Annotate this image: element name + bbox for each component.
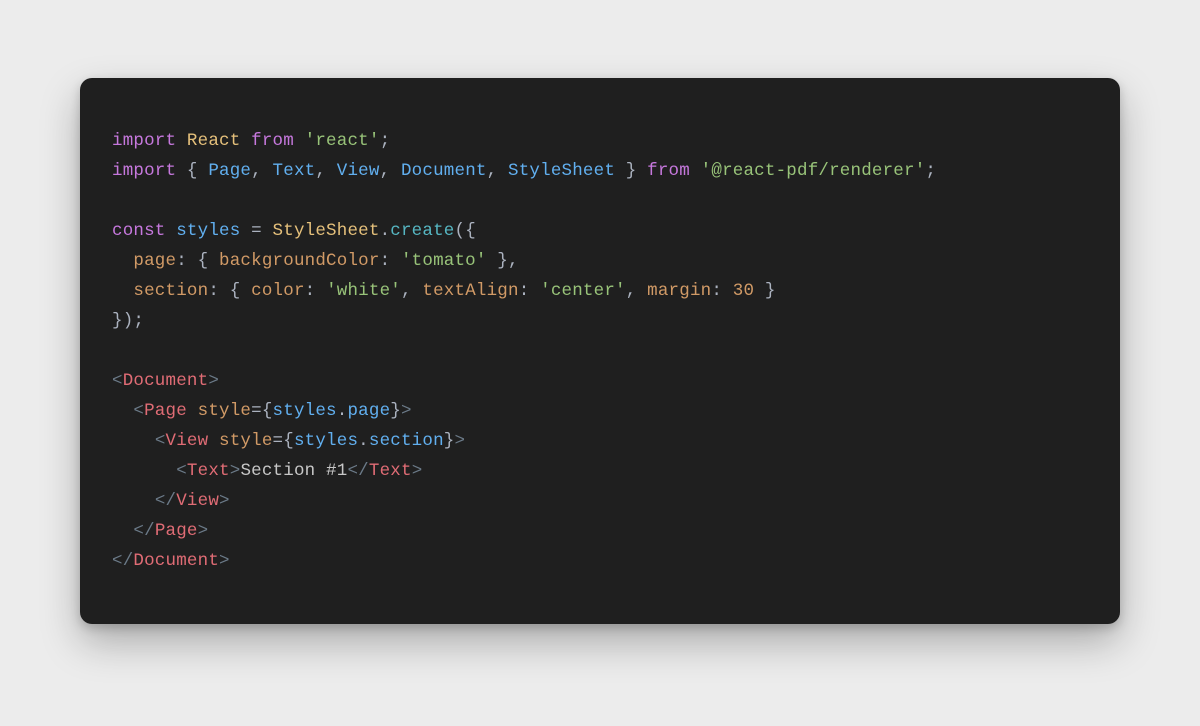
punct-colon: : xyxy=(305,281,316,301)
jsx-lt-close: </ xyxy=(133,521,154,541)
punct-eq: = xyxy=(273,431,284,451)
identifier-text: Text xyxy=(273,161,316,181)
prop-margin: margin xyxy=(647,281,711,301)
punct-comma: , xyxy=(487,161,498,181)
jsx-text: Text xyxy=(187,461,230,481)
jsx-document: Document xyxy=(133,551,219,571)
punct-lbrace: { xyxy=(465,221,476,241)
jsx-text-content: Section #1 xyxy=(240,461,347,481)
jsx-gt: > xyxy=(198,521,209,541)
stage: import React from 'react'; import { Page… xyxy=(0,0,1200,726)
jsx-gt: > xyxy=(219,491,230,511)
jsx-page: Page xyxy=(144,401,187,421)
jsx-page: Page xyxy=(155,521,198,541)
fn-create: create xyxy=(390,221,454,241)
punct-rbrace: } xyxy=(626,161,637,181)
punct-lbrace: { xyxy=(187,161,198,181)
jsx-lt-close: </ xyxy=(347,461,368,481)
punct-rbrace: } xyxy=(444,431,455,451)
identifier-page: page xyxy=(347,401,390,421)
code-card: import React from 'react'; import { Page… xyxy=(80,78,1120,624)
identifier-styles: styles xyxy=(176,221,240,241)
prop-backgroundcolor: backgroundColor xyxy=(219,251,380,271)
keyword-from: from xyxy=(647,161,690,181)
punct-comma: , xyxy=(508,251,519,271)
identifier-styles: styles xyxy=(294,431,358,451)
string-react-module: 'react' xyxy=(305,131,380,151)
code-block: import React from 'react'; import { Page… xyxy=(112,126,1088,576)
punct-semi: ; xyxy=(380,131,391,151)
punct-comma: , xyxy=(380,161,391,181)
prop-color: color xyxy=(251,281,305,301)
jsx-lt: < xyxy=(133,401,144,421)
punct-comma: , xyxy=(251,161,262,181)
string-center: 'center' xyxy=(540,281,626,301)
identifier-document: Document xyxy=(401,161,487,181)
punct-comma: , xyxy=(626,281,637,301)
punct-colon: : xyxy=(519,281,530,301)
jsx-attr-style: style xyxy=(219,431,273,451)
jsx-gt: > xyxy=(401,401,412,421)
jsx-document: Document xyxy=(123,371,209,391)
string-tomato: 'tomato' xyxy=(401,251,487,271)
jsx-lt-close: </ xyxy=(155,491,176,511)
jsx-lt-close: </ xyxy=(112,551,133,571)
jsx-lt: < xyxy=(112,371,123,391)
punct-rbrace: } xyxy=(497,251,508,271)
punct-lbrace: { xyxy=(262,401,273,421)
identifier-stylesheet: StyleSheet xyxy=(273,221,380,241)
punct-colon: : xyxy=(208,281,219,301)
string-renderer-module: '@react-pdf/renderer' xyxy=(701,161,926,181)
punct-colon: : xyxy=(711,281,722,301)
jsx-gt: > xyxy=(230,461,241,481)
jsx-lt: < xyxy=(155,431,166,451)
punct-rparen: ) xyxy=(123,311,134,331)
identifier-styles: styles xyxy=(273,401,337,421)
number-30: 30 xyxy=(733,281,754,301)
jsx-view: View xyxy=(176,491,219,511)
punct-dot: . xyxy=(358,431,369,451)
jsx-gt: > xyxy=(208,371,219,391)
punct-lbrace: { xyxy=(230,281,241,301)
punct-dot: . xyxy=(380,221,391,241)
identifier-page: Page xyxy=(208,161,251,181)
jsx-gt: > xyxy=(455,431,466,451)
punct-semi: ; xyxy=(133,311,144,331)
jsx-view: View xyxy=(166,431,209,451)
identifier-react: React xyxy=(187,131,241,151)
punct-lbrace: { xyxy=(283,431,294,451)
keyword-import: import xyxy=(112,161,176,181)
identifier-section: section xyxy=(369,431,444,451)
punct-eq: = xyxy=(251,401,262,421)
keyword-from: from xyxy=(251,131,294,151)
punct-comma: , xyxy=(315,161,326,181)
jsx-attr-style: style xyxy=(198,401,252,421)
prop-section: section xyxy=(133,281,208,301)
jsx-gt: > xyxy=(412,461,423,481)
punct-rbrace: } xyxy=(112,311,123,331)
punct-colon: : xyxy=(176,251,187,271)
keyword-const: const xyxy=(112,221,166,241)
keyword-import: import xyxy=(112,131,176,151)
jsx-text: Text xyxy=(369,461,412,481)
punct-lparen: ( xyxy=(455,221,466,241)
prop-textalign: textAlign xyxy=(422,281,518,301)
punct-colon: : xyxy=(380,251,391,271)
string-white: 'white' xyxy=(326,281,401,301)
punct-rbrace: } xyxy=(765,281,776,301)
identifier-stylesheet: StyleSheet xyxy=(508,161,615,181)
jsx-lt: < xyxy=(176,461,187,481)
punct-dot: . xyxy=(337,401,348,421)
punct-lbrace: { xyxy=(198,251,209,271)
punct-comma: , xyxy=(401,281,412,301)
punct-eq: = xyxy=(251,221,262,241)
prop-page: page xyxy=(133,251,176,271)
jsx-gt: > xyxy=(219,551,230,571)
punct-rbrace: } xyxy=(390,401,401,421)
punct-semi: ; xyxy=(925,161,936,181)
identifier-view: View xyxy=(337,161,380,181)
